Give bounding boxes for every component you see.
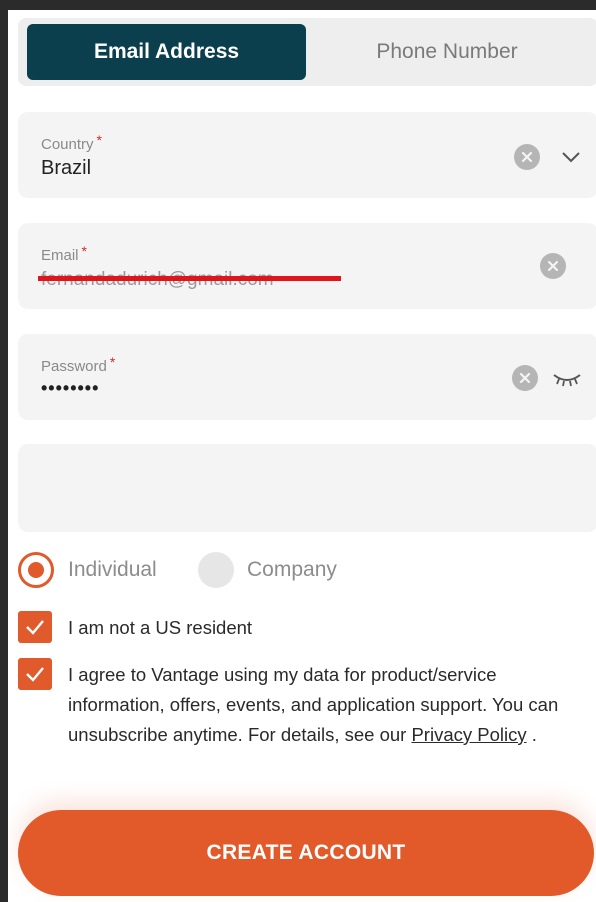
radio-company[interactable] xyxy=(198,552,234,588)
check-icon xyxy=(26,620,44,635)
password-label: Password * xyxy=(41,354,116,375)
clear-icon[interactable] xyxy=(512,365,538,391)
checkbox-not-us-resident-label[interactable]: I am not a US resident xyxy=(68,613,252,643)
privacy-policy-link[interactable]: Privacy Policy xyxy=(411,724,526,745)
password-value: •••••••• xyxy=(41,378,100,398)
login-method-tabs: Email Address Phone Number xyxy=(18,18,596,86)
email-label: Email * xyxy=(41,243,87,264)
required-mark: * xyxy=(109,354,116,370)
radio-individual-label[interactable]: Individual xyxy=(68,558,157,582)
email-field[interactable]: Email* fernandadurich@gmail.com xyxy=(18,223,596,309)
chevron-down-icon[interactable] xyxy=(558,144,584,170)
required-mark: * xyxy=(81,243,87,259)
create-account-button[interactable]: CREATE ACCOUNT xyxy=(18,810,594,896)
country-value: Brazil xyxy=(41,157,92,179)
eye-closed-icon[interactable] xyxy=(551,369,583,389)
clear-icon[interactable] xyxy=(540,253,566,279)
check-icon xyxy=(26,667,44,682)
radio-company-label[interactable]: Company xyxy=(247,558,337,582)
radio-individual[interactable] xyxy=(18,552,54,588)
checkbox-consent-label: I agree to Vantage using my data for pro… xyxy=(68,664,559,745)
tab-email-address[interactable]: Email Address xyxy=(27,24,306,80)
signup-form: Email Address Phone Number Country * Braz… xyxy=(8,10,596,902)
account-type-radio-group: Individual Company xyxy=(18,552,578,592)
password-field[interactable]: Password * •••••••• xyxy=(18,334,596,420)
empty-field[interactable] xyxy=(18,444,596,532)
country-label: Country * xyxy=(41,132,102,153)
country-select[interactable]: Country * Brazil xyxy=(18,112,596,198)
redaction-line xyxy=(38,276,341,281)
checkbox-consent[interactable] xyxy=(18,658,52,690)
clear-icon[interactable] xyxy=(514,144,540,170)
required-mark: * xyxy=(96,132,102,148)
tab-phone-number[interactable]: Phone Number xyxy=(308,24,586,80)
checkbox-not-us-resident[interactable] xyxy=(18,611,52,643)
